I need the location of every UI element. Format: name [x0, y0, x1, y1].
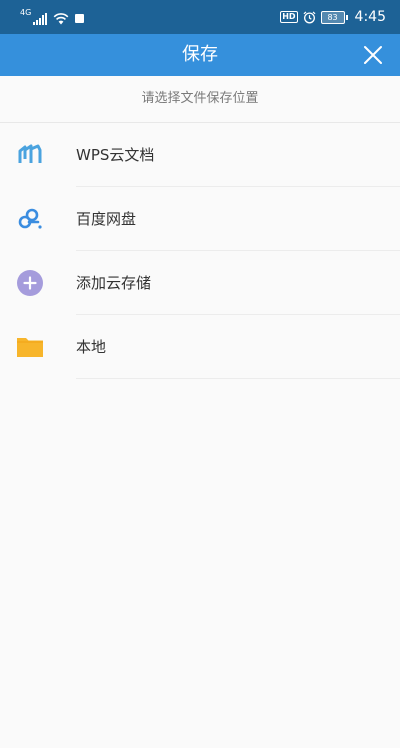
location-label: 本地: [76, 338, 107, 356]
location-item-local[interactable]: 本地: [0, 315, 400, 379]
status-left: 4G: [20, 8, 85, 25]
location-label: WPS云文档: [76, 146, 155, 164]
location-label: 添加云存储: [76, 274, 152, 292]
battery-icon: 83: [320, 10, 348, 24]
add-cloud-icon: [17, 270, 43, 296]
wifi-icon: [53, 13, 69, 25]
hd-badge: HD: [280, 11, 298, 23]
save-dialog-screen: 4G HD 83 4:45 保存 请选择文件保存位置 WPS云文档 百度网盘 添…: [0, 0, 400, 748]
location-label: 百度网盘: [76, 210, 137, 228]
location-item-add-cloud[interactable]: 添加云存储: [0, 251, 400, 315]
location-item-wps-cloud[interactable]: WPS云文档: [0, 123, 400, 187]
status-right: HD 83 4:45: [280, 8, 386, 26]
signal-icon: [33, 13, 48, 25]
close-icon[interactable]: [362, 44, 384, 66]
network-type: 4G: [20, 8, 32, 17]
battery-cap: [345, 14, 348, 20]
alarm-icon: [303, 10, 316, 23]
save-location-hint: 请选择文件保存位置: [0, 76, 400, 122]
folder-icon: [17, 338, 43, 357]
wps-cloud-icon: [18, 144, 42, 163]
save-location-list: WPS云文档 百度网盘 添加云存储 本地: [0, 123, 400, 379]
baidu-netdisk-icon: [18, 208, 42, 229]
status-time: 4:45: [354, 9, 386, 25]
battery-level: 83: [320, 10, 345, 24]
title-bar: 保存: [0, 34, 400, 76]
notification-icon: [75, 14, 85, 23]
location-item-baidu-netdisk[interactable]: 百度网盘: [0, 187, 400, 251]
item-divider: [76, 378, 400, 379]
status-bar: 4G HD 83 4:45: [0, 0, 400, 34]
page-title: 保存: [182, 44, 218, 65]
